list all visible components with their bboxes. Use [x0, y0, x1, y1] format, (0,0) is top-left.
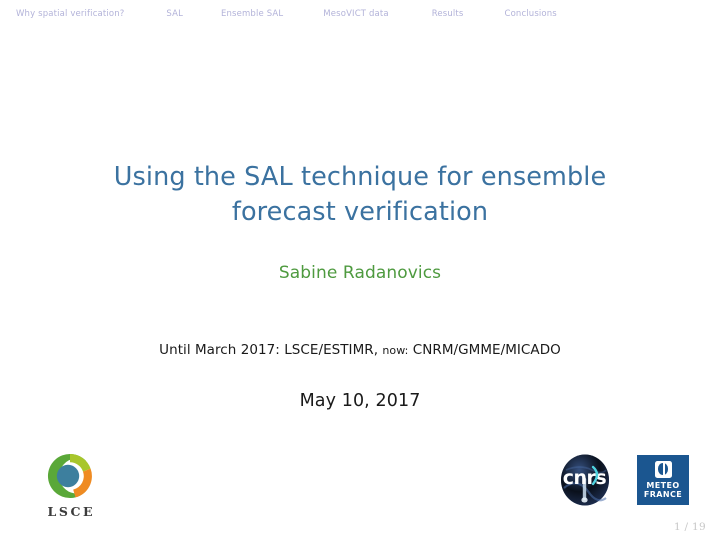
cnrs-logo: cnrs: [560, 454, 610, 506]
presentation-date: May 10, 2017: [299, 391, 421, 411]
meteo-france-text-line-2: FRANCE: [643, 490, 683, 499]
cnrs-logo-icon: cnrs: [561, 454, 609, 506]
slide-title: Using the SAL technique for ensemble for…: [0, 160, 720, 230]
nav-item-sal[interactable]: SAL: [166, 10, 183, 19]
lsce-swirl-icon: [47, 454, 92, 498]
presentation-slide: Why spatial verification? SAL Ensemble S…: [0, 0, 720, 541]
meteo-france-mark-icon: [654, 460, 672, 478]
author-name: Sabine Radanovics: [278, 263, 442, 283]
slide-title-line-2: verification: [344, 197, 489, 227]
meteo-france-text-line-1: METEO: [646, 480, 680, 490]
nav-item-mesovict-data[interactable]: MesoVICT data: [323, 10, 388, 19]
affiliation-now-label: now:: [382, 344, 409, 357]
meteo-france-logo-text: METEO FRANCE: [644, 481, 682, 500]
section-navigation-bar: Why spatial verification? SAL Ensemble S…: [0, 0, 720, 28]
lsce-logo: LSCE: [42, 449, 98, 522]
nav-item-conclusions[interactable]: Conclusions: [504, 10, 556, 19]
nav-item-why-spatial-verification[interactable]: Why spatial verification?: [16, 10, 124, 19]
nav-item-results[interactable]: Results: [432, 10, 464, 19]
lsce-logo-text: LSCE: [47, 504, 96, 519]
nav-item-ensemble-sal[interactable]: Ensemble SAL: [221, 10, 283, 19]
affiliation-line: Until March 2017: LSCE/ESTIMR, now: CNRM…: [0, 340, 720, 361]
svg-text:cnrs: cnrs: [563, 467, 607, 489]
title-block: Using the SAL technique for ensemble for…: [0, 160, 720, 230]
affiliation-previous: Until March 2017: LSCE/ESTIMR,: [159, 342, 379, 358]
meteo-france-logo: METEO FRANCE: [637, 455, 689, 505]
lsce-logo-mark-icon: [42, 449, 98, 503]
page-indicator: 1 / 19: [673, 521, 706, 533]
affiliation-current: CNRM/GMME/MICADO: [412, 342, 561, 358]
